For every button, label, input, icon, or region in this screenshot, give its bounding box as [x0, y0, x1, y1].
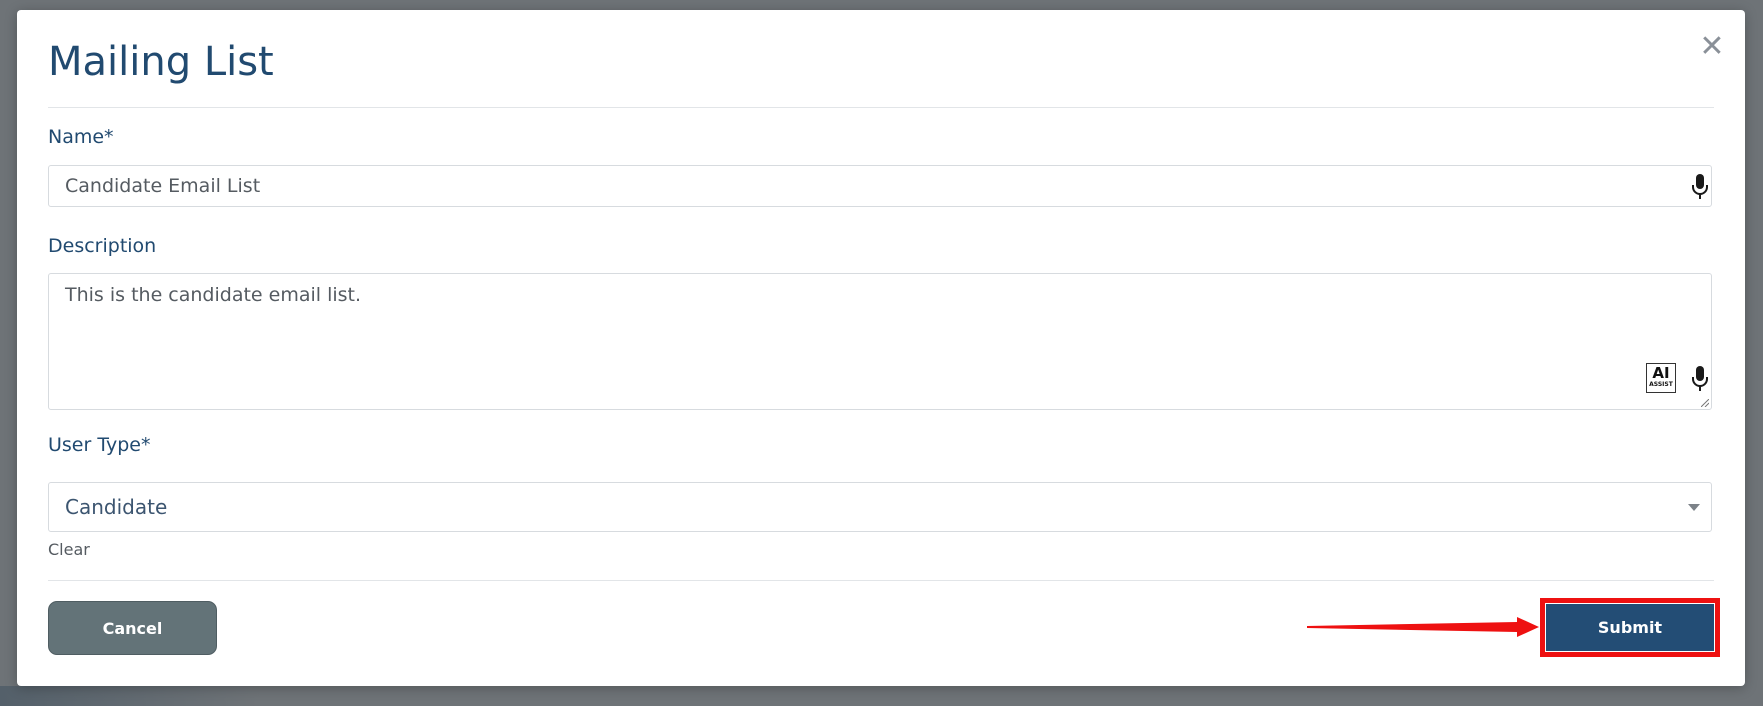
name-input-value: Candidate Email List [65, 175, 261, 197]
description-textarea-value: This is the candidate email list. [65, 284, 362, 306]
clear-link[interactable]: Clear [48, 540, 90, 559]
chevron-down-icon[interactable] [1688, 504, 1700, 511]
user-type-label: User Type* [48, 434, 151, 456]
name-label: Name* [48, 126, 114, 148]
microphone-icon[interactable] [1690, 365, 1710, 393]
modal-title: Mailing List [48, 39, 274, 85]
cancel-button[interactable]: Cancel [48, 601, 217, 655]
page-backdrop [0, 686, 260, 706]
microphone-icon[interactable] [1690, 173, 1710, 201]
resize-grip-icon[interactable] [1701, 399, 1709, 407]
user-type-select[interactable]: Candidate [48, 482, 1712, 532]
description-textarea[interactable]: This is the candidate email list. AI ASS… [48, 273, 1712, 410]
name-input[interactable]: Candidate Email List [48, 165, 1712, 207]
ai-assist-icon-text: AI [1652, 364, 1670, 382]
user-type-selected-value: Candidate [65, 495, 168, 519]
description-label: Description [48, 235, 157, 257]
footer-divider [48, 580, 1714, 581]
ai-assist-icon-subtext: ASSIST [1649, 381, 1673, 388]
ai-assist-icon[interactable]: AI ASSIST [1646, 363, 1676, 393]
header-divider [48, 107, 1714, 108]
close-icon[interactable]: ✕ [1697, 32, 1727, 62]
mailing-list-modal: Mailing List ✕ Name* Candidate Email Lis… [17, 10, 1745, 686]
arrow-annotation [1307, 617, 1539, 637]
submit-button[interactable]: Submit [1546, 604, 1714, 651]
